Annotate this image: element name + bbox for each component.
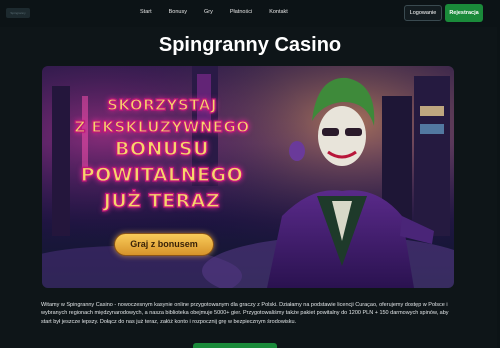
- main-nav: Start Bonusy Gry Płatności Kontakt: [140, 7, 305, 17]
- intro-paragraph: Witamy w Spingranny Casino - nowoczesnym…: [41, 302, 449, 325]
- site-logo[interactable]: Spingranny: [6, 8, 30, 18]
- nav-platnosci[interactable]: Płatności: [230, 7, 252, 17]
- nav-start[interactable]: Start: [140, 7, 152, 17]
- site-header: Spingranny Start Bonusy Gry Płatności Ko…: [0, 0, 500, 27]
- nav-bonusy[interactable]: Bonusy: [169, 7, 187, 17]
- next-section-button-edge[interactable]: [193, 343, 277, 348]
- promo-line-1: SKORZYSTAJ: [106, 95, 217, 114]
- login-button[interactable]: Logowanie: [404, 5, 442, 21]
- promo-banner[interactable]: SKORZYSTAJ Z EKSKLUZYWNEGO BONUSU POWITA…: [42, 66, 454, 288]
- register-button[interactable]: Rejestracja: [445, 4, 483, 22]
- promo-line-4: POWITALNEGO: [80, 163, 244, 186]
- nav-gry[interactable]: Gry: [204, 7, 213, 17]
- promo-line-3: BONUSU: [114, 137, 210, 160]
- promo-line-2: Z EKSKLUZYWNEGO: [74, 117, 250, 136]
- page-title: Spingranny Casino: [158, 34, 342, 56]
- nav-kontakt[interactable]: Kontakt: [269, 7, 288, 17]
- promo-line-5: JUŻ TERAZ: [103, 189, 221, 212]
- logo-text: Spingranny: [10, 11, 26, 15]
- play-with-bonus-button[interactable]: Graj z bonusem: [114, 233, 214, 256]
